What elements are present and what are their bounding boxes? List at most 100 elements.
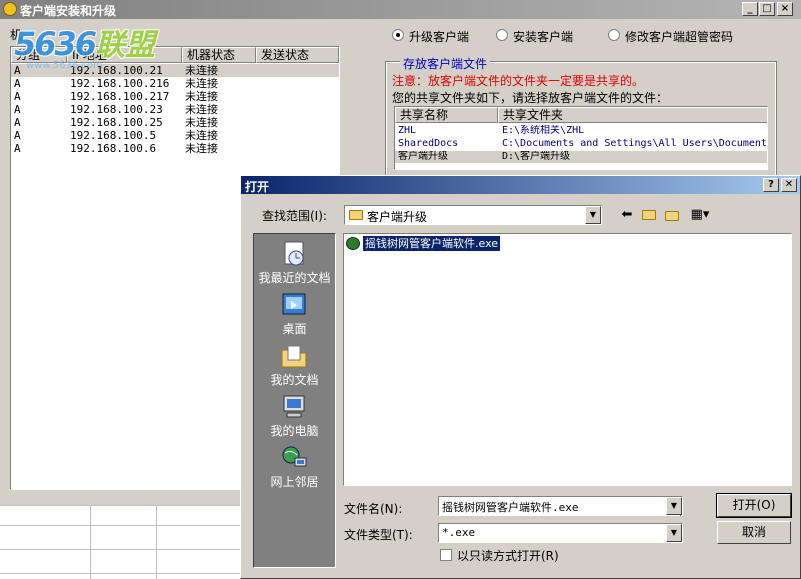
column-header-send-state[interactable]: 发送状态 (256, 47, 339, 63)
row-group: A (14, 129, 21, 142)
place-recent-documents[interactable]: 我最近的文档 (254, 238, 335, 288)
table-row[interactable]: A 192.168.100.6 未连接 (11, 142, 339, 155)
row-group: A (14, 90, 21, 103)
look-in-value: 客户端升级 (367, 210, 428, 224)
share-name: ZHL (398, 125, 417, 136)
readonly-checkbox[interactable] (440, 549, 452, 561)
exe-file-icon (346, 237, 360, 250)
table-row[interactable]: A 192.168.100.5 未连接 (11, 129, 339, 142)
place-desktop[interactable]: 桌面 (254, 289, 335, 339)
view-menu-icon[interactable]: ▦▾ (687, 207, 713, 223)
row-state: 未连接 (185, 103, 218, 116)
row-group: A (14, 64, 21, 77)
column-header-share-name[interactable]: 共享名称 (395, 107, 498, 123)
main-title-bar[interactable]: 客户端安装和升级 _ □ × (0, 0, 801, 19)
row-state: 未连接 (185, 77, 218, 90)
row-state: 未连接 (185, 142, 218, 155)
share-group-title: 存放客户端文件 (400, 55, 491, 72)
share-name: SharedDocs (398, 138, 459, 149)
column-header-share-folder[interactable]: 共享文件夹 (498, 107, 767, 123)
table-row[interactable]: A 192.168.100.23 未连接 (11, 103, 339, 116)
table-row[interactable]: A 192.168.100.25 未连接 (11, 116, 339, 129)
place-label: 网上邻居 (270, 475, 319, 489)
open-file-dialog[interactable]: 打开 ? ✕ 查找范围(I): 客户端升级 ▼ ⬅ ▦▾ 我最近的文档 桌面 我… (240, 175, 801, 579)
place-my-computer[interactable]: 我的电脑 (254, 391, 335, 441)
file-name: 摇钱树网管客户端软件.exe (361, 235, 502, 252)
radio-dot-icon (496, 29, 508, 41)
row-group: A (14, 142, 21, 155)
file-list[interactable]: 摇钱树网管客户端软件.exe (343, 233, 792, 486)
table-row[interactable]: A 192.168.100.217 未连接 (11, 90, 339, 103)
chevron-down-icon[interactable]: ▼ (585, 206, 601, 224)
share-path: E:\系统相关\ZHL (502, 125, 585, 136)
chevron-down-icon[interactable]: ▼ (666, 497, 682, 515)
list-item[interactable]: ZHL E:\系统相关\ZHL (395, 125, 767, 137)
readonly-label: 以只读方式打开(R) (457, 549, 559, 563)
row-group: A (14, 103, 21, 116)
table-row[interactable]: A 192.168.100.216 未连接 (11, 77, 339, 90)
share-name: 客户端升级 (398, 151, 448, 162)
filetype-value: *.exe (442, 526, 476, 539)
minimize-button[interactable]: _ (742, 2, 758, 16)
row-ip: 192.168.100.216 (70, 77, 170, 90)
share-path: D:\客户端升级 (502, 151, 571, 162)
share-path: C:\Documents and Settings\All Users\Docu… (502, 138, 767, 149)
background-grid (0, 505, 240, 579)
dialog-title: 打开 (245, 180, 270, 194)
my-documents-icon (281, 345, 307, 368)
row-ip: 192.168.100.23 (70, 103, 163, 116)
radio-label: 安装客户端 (513, 30, 574, 44)
row-state: 未连接 (185, 64, 218, 77)
row-state: 未连接 (185, 129, 218, 142)
watermark-logo: 5636联盟 (14, 20, 155, 64)
place-label: 桌面 (282, 322, 307, 336)
recent-documents-icon (284, 241, 304, 266)
share-list[interactable]: 共享名称 共享文件夹 ZHL E:\系统相关\ZHL SharedDocs C:… (394, 106, 768, 170)
place-my-documents[interactable]: 我的文档 (254, 340, 335, 390)
row-state: 未连接 (185, 116, 218, 129)
radio-dot-icon (392, 29, 404, 41)
share-notice: 注意：放客户端文件的文件夹一定要是共享的。 (392, 74, 645, 88)
filetype-select[interactable]: *.exe ▼ (438, 523, 683, 543)
radio-label: 升级客户端 (409, 30, 470, 44)
cancel-button[interactable]: 取消 (717, 521, 791, 544)
network-globe-icon (282, 446, 307, 467)
new-folder-icon[interactable] (663, 207, 681, 223)
places-bar: 我最近的文档 桌面 我的文档 我的电脑 网上邻居 (253, 233, 336, 568)
look-in-combo[interactable]: 客户端升级 ▼ (344, 205, 602, 225)
app-icon (3, 2, 17, 16)
place-network[interactable]: 网上邻居 (254, 442, 335, 492)
share-hint: 您的共享文件夹如下，请选择放客户端文件的文件： (392, 91, 669, 105)
dialog-close-button[interactable]: ✕ (781, 178, 797, 192)
folder-icon (349, 210, 363, 220)
filename-value: 摇钱树网管客户端软件.exe (442, 501, 579, 514)
place-label: 我的电脑 (270, 424, 319, 438)
watermark-number: 5636 (14, 25, 97, 63)
desktop-icon (282, 293, 306, 315)
row-ip: 192.168.100.5 (70, 129, 157, 142)
place-label: 我的文档 (270, 373, 319, 387)
column-header-machine-state[interactable]: 机器状态 (182, 47, 256, 63)
place-label: 我最近的文档 (258, 271, 331, 285)
chevron-down-icon[interactable]: ▼ (666, 524, 682, 542)
row-group: A (14, 116, 21, 129)
row-ip: 192.168.100.25 (70, 116, 163, 129)
watermark-text: 联盟 (95, 28, 156, 63)
list-item[interactable]: 客户端升级 D:\客户端升级 (395, 151, 767, 163)
close-button[interactable]: × (777, 2, 793, 16)
open-button[interactable]: 打开(O) (716, 493, 792, 518)
filename-input[interactable]: 摇钱树网管客户端软件.exe ▼ (438, 496, 683, 517)
up-folder-icon[interactable] (640, 207, 658, 223)
look-in-label: 查找范围(I): (262, 209, 327, 223)
main-window-title: 客户端安装和升级 (20, 4, 117, 18)
help-button[interactable]: ? (763, 178, 779, 192)
row-ip: 192.168.100.217 (70, 90, 170, 103)
filetype-label: 文件类型(T): (344, 528, 413, 542)
back-arrow-icon[interactable]: ⬅ (618, 207, 636, 223)
list-item[interactable]: SharedDocs C:\Documents and Settings\All… (395, 138, 767, 150)
filename-label: 文件名(N): (344, 502, 403, 516)
my-computer-icon (283, 395, 305, 418)
dialog-title-bar[interactable]: 打开 ? ✕ (241, 176, 800, 194)
row-state: 未连接 (185, 90, 218, 103)
maximize-button[interactable]: □ (759, 2, 775, 16)
